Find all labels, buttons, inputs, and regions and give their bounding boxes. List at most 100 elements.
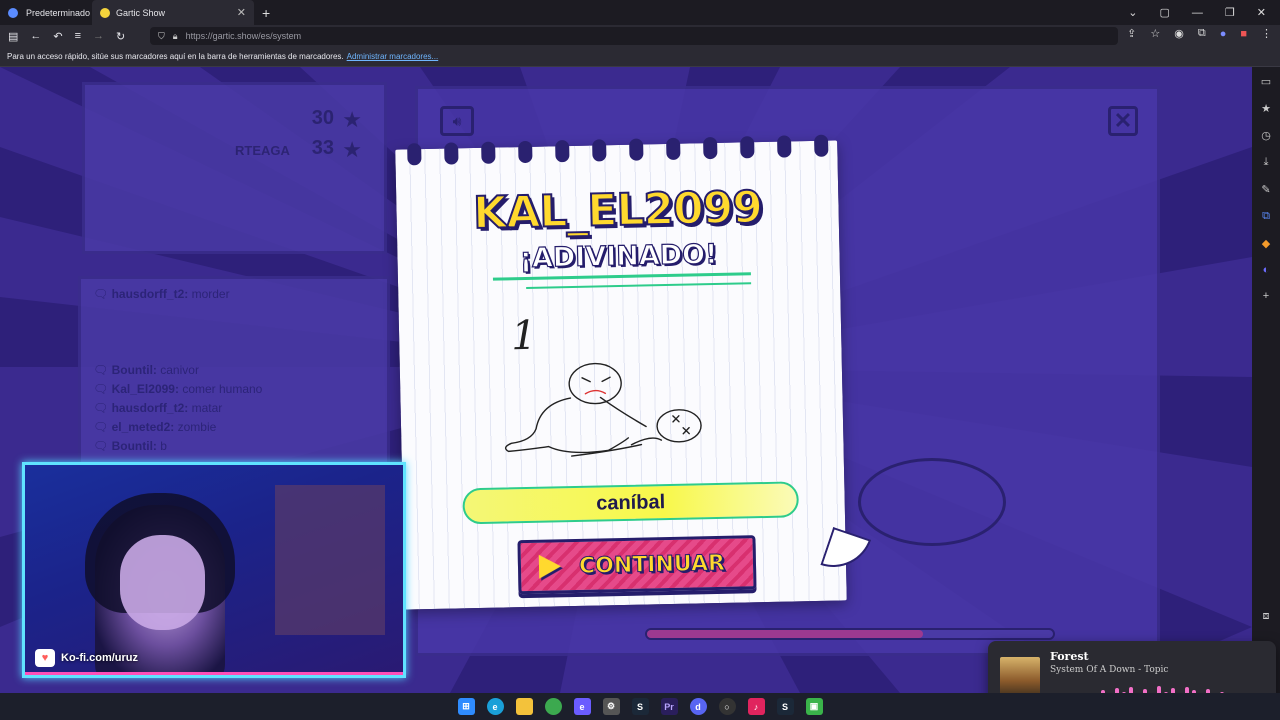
result-card: KAL_EL2099 ¡ADIVINADO! 1 caníbal CONTINU… [395, 134, 872, 610]
background-window [275, 485, 385, 635]
timer-fill [647, 630, 924, 638]
new-tab-button[interactable]: + [262, 5, 270, 21]
sidebar-toggle-icon[interactable]: ▤ [8, 30, 18, 43]
tab-list-icon[interactable]: ⌄ [1128, 6, 1137, 19]
add-icon[interactable]: + [1263, 290, 1269, 302]
chat-user: hausdorff_t2: [111, 401, 189, 415]
webcam-overlay: ♥ Ko-fi.com/uruz [22, 462, 406, 678]
app-icon[interactable]: ◐ [1263, 264, 1270, 276]
chat-user: el_meted2: [111, 420, 175, 434]
chat-bubble-icon: 🗨︎ [93, 287, 109, 301]
chat-text: zombie [177, 420, 217, 434]
reader-icon[interactable]: ≡ [75, 30, 81, 42]
leaf-icon[interactable]: ◆ [1262, 237, 1270, 250]
speaker-icon[interactable]: 🔊︎ [440, 106, 474, 136]
star-icon: ★ [342, 137, 362, 162]
tiktok-icon[interactable]: ♪ [747, 698, 765, 715]
container-icon[interactable]: ▢ [1160, 6, 1170, 19]
chat-user: Bountil: [111, 439, 157, 453]
lock-icon[interactable]: 🔒︎ [173, 31, 178, 42]
menu-icon[interactable]: ⋮ [1261, 27, 1272, 40]
toolbar-right: ⇪ ☆ ◉ ⧉ ● ■ ⋮ [1127, 27, 1272, 40]
tab-label: Predeterminado [26, 7, 91, 18]
bookmark-star-icon[interactable]: ☆ [1150, 27, 1160, 40]
chat-text: canivor [160, 363, 199, 377]
kofi-badge: ♥ Ko-fi.com/uruz [35, 649, 138, 667]
sidebar-settings-icon[interactable]: ⧈ [1263, 610, 1270, 623]
profile-icon[interactable]: ● [1220, 28, 1227, 40]
track-title: Forest [1050, 650, 1089, 663]
file-explorer-icon[interactable] [515, 698, 533, 715]
chat-message: 🗨︎ Bountil: b [93, 439, 167, 453]
tab-predeterminado[interactable]: Predeterminado [0, 0, 92, 25]
chat-user: Kal_El2099: [111, 382, 179, 396]
chrome-icon[interactable] [544, 698, 562, 715]
chat-bubble-icon: 🗨︎ [93, 420, 109, 434]
discord-icon[interactable]: d [689, 698, 707, 715]
chat-bubble-icon: 🗨︎ [93, 382, 109, 396]
game-app-icon[interactable]: ▣ [805, 698, 823, 715]
minimize-button[interactable]: — [1192, 7, 1203, 19]
close-tab-icon[interactable]: ✕ [237, 6, 246, 19]
play-icon [538, 554, 562, 579]
kofi-cup-icon: ♥ [35, 649, 55, 667]
score-player-name: RTEAGA [235, 143, 290, 158]
chat-text: morder [191, 287, 230, 301]
undo-icon[interactable]: ↶ [53, 30, 62, 43]
share-icon[interactable]: ⇪ [1127, 27, 1136, 40]
tab-label: Gartic Show [116, 7, 166, 18]
pen-icon[interactable]: ✎ [1261, 183, 1270, 196]
browser-app-icon[interactable]: e [573, 698, 591, 715]
chat-bubble-icon: 🗨︎ [93, 401, 109, 415]
continue-button[interactable]: CONTINUAR [517, 535, 757, 595]
windows-start-icon[interactable]: ⊞ [457, 698, 475, 715]
premiere-icon[interactable]: Pr [660, 698, 678, 715]
address-bar[interactable]: ⛉ 🔒︎ https://gartic.show/es/system [150, 27, 1118, 45]
timer-bar [645, 628, 1055, 640]
chat-bubble-icon: 🗨︎ [93, 439, 109, 453]
restore-button[interactable]: ❐ [1225, 6, 1235, 19]
background-doodle [858, 458, 1006, 546]
star-icon: ★ [342, 107, 362, 132]
wallet-icon[interactable]: ▭ [1261, 75, 1271, 88]
settings-gear-icon[interactable]: ⚙ [602, 698, 620, 715]
score-points: 30 [311, 107, 334, 129]
account-icon[interactable]: ◉ [1174, 27, 1184, 40]
tab-bar: Predeterminado Gartic Show ✕ + ⌄ ▢ — ❐ ✕ [0, 0, 1280, 25]
url-text: https://gartic.show/es/system [185, 31, 302, 41]
score-points: 33 [311, 137, 334, 159]
kofi-link: Ko-fi.com/uruz [61, 652, 138, 664]
download-icon[interactable]: ⤓ [1264, 156, 1269, 169]
chat-panel: 🗨︎ hausdorff_t2: morder 🗨︎ Bountil: cani… [78, 276, 390, 466]
chat-bubble-icon: 🗨︎ [93, 363, 109, 377]
extension-badge-icon[interactable]: ■ [1240, 28, 1247, 40]
winner-name: KAL_EL2099 [472, 181, 764, 240]
close-window-button[interactable]: ✕ [1257, 6, 1266, 19]
chat-user: Bountil: [111, 363, 157, 377]
translate-icon[interactable]: ⧉ [1262, 210, 1270, 223]
steam-icon[interactable]: S [631, 698, 649, 715]
bookmarks-bar: Para un acceso rápido, sitúe sus marcado… [0, 47, 1280, 67]
forward-button[interactable]: → [93, 30, 104, 42]
obs-icon[interactable]: ○ [718, 698, 736, 715]
tab-gartic-show[interactable]: Gartic Show ✕ [92, 0, 254, 25]
album-art [1000, 657, 1040, 697]
close-icon[interactable]: ✕ [1108, 106, 1138, 136]
scoreboard-panel: RTEAGA 30 ★ 33 ★ [82, 82, 387, 254]
edge-icon[interactable]: e [486, 698, 504, 715]
favorites-icon[interactable]: ★ [1261, 102, 1271, 115]
history-icon[interactable]: ◷ [1261, 129, 1271, 142]
drawing-number: 1 [511, 313, 537, 360]
taskbar: ⊞ e e ⚙ S Pr d ○ ♪ S ▣ [0, 693, 1280, 720]
shield-icon[interactable]: ⛉ [158, 31, 165, 42]
back-button[interactable]: ← [30, 30, 41, 42]
manage-bookmarks-link[interactable]: Administrar marcadores... [347, 52, 439, 61]
steam-alt-icon[interactable]: S [776, 698, 794, 715]
continue-label: CONTINUAR [578, 550, 726, 579]
reload-button[interactable]: ↻ [116, 30, 125, 43]
chat-text: comer humano [182, 382, 263, 396]
browser-sidebar: ▭ ★ ◷ ⤓ ✎ ⧉ ◆ ◐ + ⧈ [1252, 67, 1280, 693]
chat-user: hausdorff_t2: [111, 287, 189, 301]
extensions-icon[interactable]: ⧉ [1198, 27, 1206, 40]
chat-text: b [160, 439, 167, 453]
